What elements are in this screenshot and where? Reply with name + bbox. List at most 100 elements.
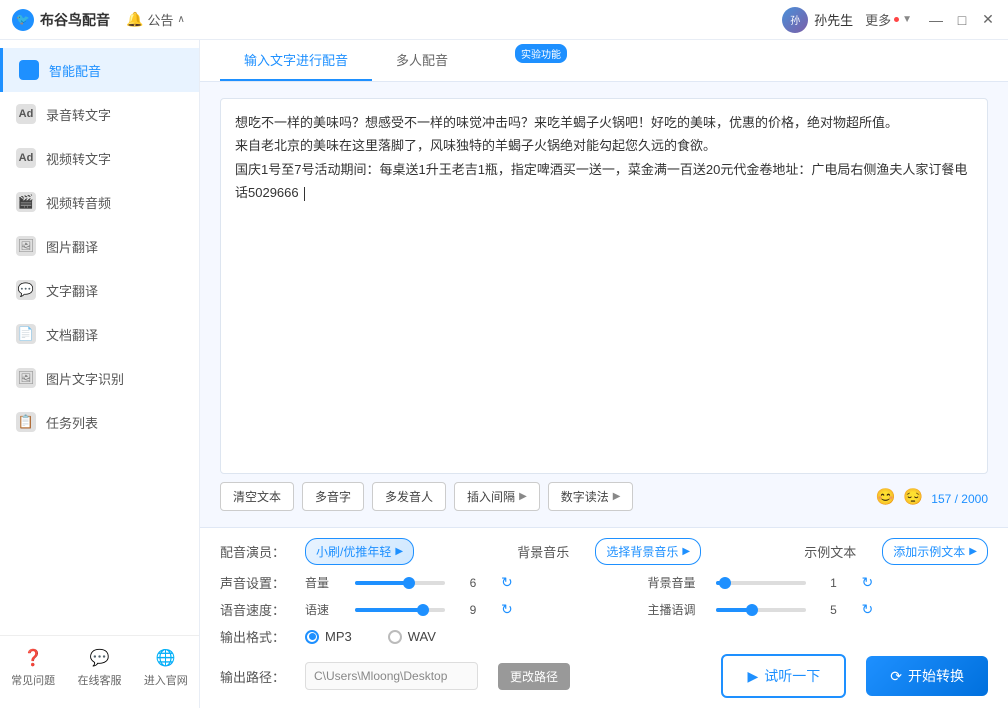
logo-icon: 🐦 [12, 9, 34, 31]
cursor [304, 187, 305, 201]
close-button[interactable]: ✕ [980, 12, 996, 28]
speed-fill [355, 608, 423, 612]
notification-dot [894, 17, 899, 22]
speed-thumb[interactable] [417, 604, 429, 616]
bell-icon: 🔔 [126, 11, 143, 28]
notification-area[interactable]: 🔔 公告 ∧ [126, 10, 185, 29]
format-mp3-option[interactable]: MP3 [305, 629, 352, 644]
bg-volume-refresh-icon[interactable]: ↻ [862, 574, 874, 591]
more-button[interactable]: 更多 ▼ [865, 10, 912, 29]
voice-selector[interactable]: 小刷/优推年轻 ▶ [305, 538, 414, 565]
emoji-happy-icon[interactable]: 😔 [903, 487, 923, 507]
sidebar-item-smart-dub[interactable]: 🎙 智能配音 [0, 48, 199, 92]
volume-refresh-icon[interactable]: ↻ [501, 574, 513, 591]
more-arrow: ▼ [902, 14, 912, 25]
bg-volume-value: 1 [826, 576, 842, 590]
volume-track [355, 581, 445, 585]
titlebar: 🐦 布谷鸟配音 🔔 公告 ∧ 孙 孙先生 更多 ▼ — □ ✕ [0, 0, 1008, 40]
maximize-button[interactable]: □ [954, 12, 970, 28]
play-icon: ▶ [747, 668, 758, 685]
editor-toolbar: 清空文本 多音字 多发音人 插入间隔 ▶ 数字读法 ▶ 😊 😔 [220, 474, 988, 519]
bg-volume-thumb[interactable] [719, 577, 731, 589]
sidebar-item-audio-text[interactable]: Ad 录音转文字 [0, 92, 199, 136]
sidebar-item-text-translate[interactable]: 💬 文字翻译 [0, 268, 199, 312]
text-translate-icon: 💬 [16, 280, 36, 300]
speed-refresh-icon[interactable]: ↻ [501, 601, 513, 618]
sidebar-item-label-video-text: 视频转文字 [46, 149, 111, 168]
format-label: 输出格式： [220, 627, 285, 646]
video-audio-icon: 🎬 [16, 192, 36, 212]
sidebar-item-label-smart-dub: 智能配音 [49, 61, 101, 80]
sidebar-bottom-faq[interactable]: ❓ 常见问题 [11, 648, 55, 688]
volume-slider[interactable] [355, 581, 445, 585]
convert-button[interactable]: ⟳ 开始转换 [866, 656, 988, 696]
digit-read-button[interactable]: 数字读法 ▶ [548, 482, 634, 511]
sidebar-bottom-support[interactable]: 💬 在线客服 [77, 648, 121, 688]
tab-input-text[interactable]: 输入文字进行配音 [220, 40, 372, 81]
editor-content: 想吃不一样的美味吗？想感受不一样的味觉冲击吗？来吃羊蝎子火锅吧！好吃的美味，优惠… [235, 115, 967, 200]
bg-volume-label: 背景音量 [648, 574, 696, 591]
insert-gap-arrow: ▶ [519, 491, 527, 502]
voice-settings-label: 声音设置： [220, 573, 285, 592]
minimize-button[interactable]: — [928, 12, 944, 28]
content-area: 输入文字进行配音 多人配音 实验功能 想吃不一样的美味吗？想感受不一样的味觉冲击… [200, 40, 1008, 708]
anchor-value: 5 [826, 603, 842, 617]
change-path-button[interactable]: 更改路径 [498, 663, 570, 690]
volume-sublabel: 音量 [305, 574, 335, 591]
tab-multi-voice[interactable]: 多人配音 [372, 40, 472, 81]
experimental-badge: 实验功能 [515, 44, 567, 63]
sidebar-item-label-doc-translate: 文档翻译 [46, 325, 98, 344]
bg-volume-slider[interactable] [716, 581, 806, 585]
sidebar-item-doc-translate[interactable]: 📄 文档翻译 [0, 312, 199, 356]
window-controls: — □ ✕ [928, 12, 996, 28]
official-icon: 🌐 [156, 648, 176, 668]
convert-label: 开始转换 [908, 666, 964, 686]
editor-wrapper: 想吃不一样的美味吗？想感受不一样的味觉冲击吗？来吃羊蝎子火锅吧！好吃的美味，优惠… [200, 82, 1008, 527]
example-text-label: 示例文本 [804, 542, 856, 561]
digit-read-arrow: ▶ [613, 491, 621, 502]
format-mp3-label: MP3 [325, 629, 352, 644]
anchor-label: 主播语调 [648, 601, 696, 618]
speed-slider[interactable] [355, 608, 445, 612]
text-editor[interactable]: 想吃不一样的美味吗？想感受不一样的味觉冲击吗？来吃羊蝎子火锅吧！好吃的美味，优惠… [220, 98, 988, 474]
anchor-track [716, 608, 806, 612]
preview-label: 试听一下 [764, 666, 820, 686]
anchor-refresh-icon[interactable]: ↻ [862, 601, 874, 618]
poly-char-button[interactable]: 多音字 [302, 482, 364, 511]
example-text-button[interactable]: 添加示例文本 ▶ [882, 538, 988, 565]
format-wav-option[interactable]: WAV [388, 629, 436, 644]
sidebar-item-video-audio[interactable]: 🎬 视频转音频 [0, 180, 199, 224]
voice-label: 配音演员： [220, 542, 285, 561]
notification-label: 公告 [147, 10, 173, 29]
bg-music-button[interactable]: 选择背景音乐 ▶ [595, 538, 701, 565]
volume-value: 6 [465, 576, 481, 590]
anchor-slider[interactable] [716, 608, 806, 612]
voice-row: 配音演员： 小刷/优推年轻 ▶ 背景音乐 选择背景音乐 ▶ 示例文本 添加示例文… [220, 538, 988, 565]
doc-translate-icon: 📄 [16, 324, 36, 344]
sidebar-item-label-img-translate: 图片翻译 [46, 237, 98, 256]
sidebar-bottom-official[interactable]: 🌐 进入官网 [144, 648, 188, 688]
volume-thumb[interactable] [403, 577, 415, 589]
task-list-icon: 📋 [16, 412, 36, 432]
insert-gap-button[interactable]: 插入间隔 ▶ [454, 482, 540, 511]
user-name: 孙先生 [814, 10, 853, 29]
speed-sublabel: 语速 [305, 601, 335, 618]
sidebar: 🎙 智能配音 Ad 录音转文字 Ad 视频转文字 🎬 视频转音频 🖼 图片翻译 … [0, 40, 200, 708]
emoji-sad-icon[interactable]: 😊 [875, 487, 895, 507]
output-path-input[interactable] [305, 662, 478, 690]
tabs-area: 输入文字进行配音 多人配音 实验功能 [200, 40, 1008, 82]
support-icon: 💬 [90, 648, 110, 668]
sidebar-item-video-text[interactable]: Ad 视频转文字 [0, 136, 199, 180]
sidebar-item-task-list[interactable]: 📋 任务列表 [0, 400, 199, 444]
sidebar-item-img-translate[interactable]: 🖼 图片翻译 [0, 224, 199, 268]
volume-row: 声音设置： 音量 6 ↻ 背景音量 1 [220, 573, 988, 592]
clear-text-button[interactable]: 清空文本 [220, 482, 294, 511]
settings-panel: 配音演员： 小刷/优推年轻 ▶ 背景音乐 选择背景音乐 ▶ 示例文本 添加示例文… [200, 527, 1008, 708]
speed-value: 9 [465, 603, 481, 617]
smart-dub-icon: 🎙 [19, 60, 39, 80]
preview-button[interactable]: ▶ 试听一下 [721, 654, 846, 698]
multi-voice-button[interactable]: 多发音人 [372, 482, 446, 511]
speed-track [355, 608, 445, 612]
sidebar-item-img-ocr[interactable]: 🖼 图片文字识别 [0, 356, 199, 400]
anchor-thumb[interactable] [746, 604, 758, 616]
